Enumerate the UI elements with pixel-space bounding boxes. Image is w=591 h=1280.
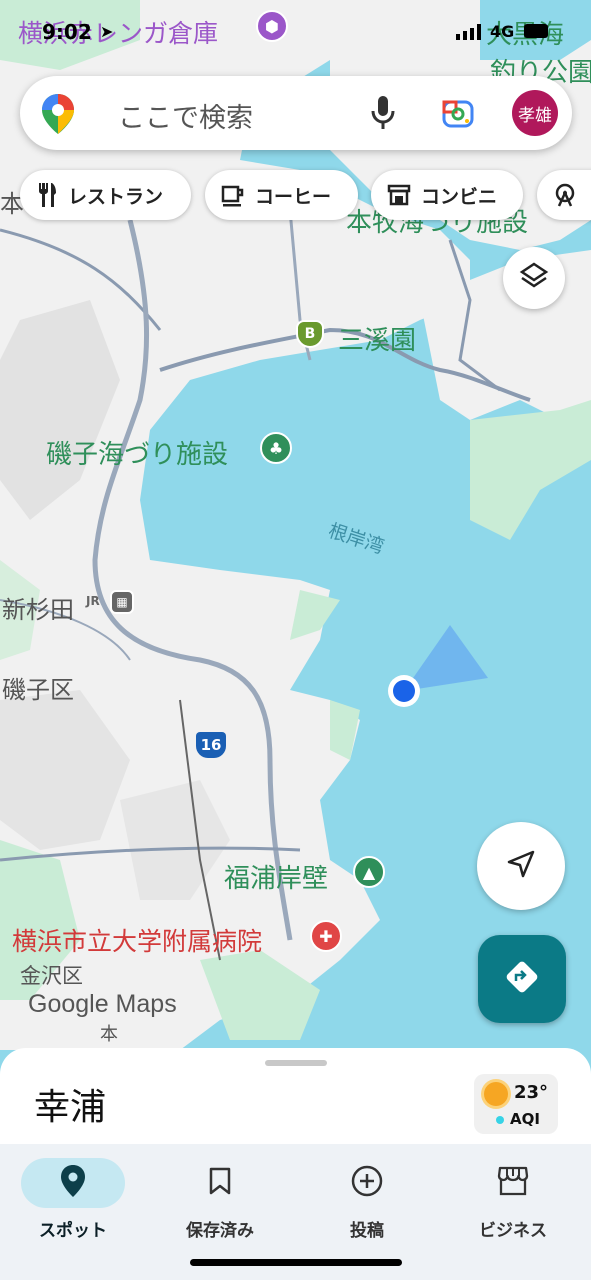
tab-contribute[interactable]: 投稿: [302, 1152, 432, 1242]
chip-convenience-store[interactable]: コンビニ: [371, 170, 523, 220]
map-label-isogo-ward: 磯子区: [2, 676, 74, 704]
status-bar: 9:02 ➤ 4G: [0, 16, 591, 50]
tab-business[interactable]: ビジネス: [448, 1152, 578, 1242]
chip-restaurant[interactable]: レストラン: [20, 170, 191, 220]
google-maps-logo-icon: [42, 94, 74, 138]
layers-button[interactable]: [503, 247, 565, 309]
jr-station-icon[interactable]: JR: [86, 594, 100, 608]
chip-more[interactable]: [537, 170, 591, 220]
map-label-hospital[interactable]: 横浜市立大学附属病院: [12, 922, 262, 958]
battery-icon: [524, 24, 548, 38]
location-arrow-icon: ➤: [100, 22, 114, 41]
train-station-icon[interactable]: ▦: [110, 590, 134, 614]
layers-icon: [519, 261, 549, 295]
tab-explore[interactable]: スポット: [8, 1152, 138, 1242]
tab-saved-label: 保存済み: [186, 1221, 254, 1241]
tab-explore-pill: [21, 1158, 125, 1208]
chip-convenience-label: コンビニ: [421, 185, 498, 208]
weather-badge[interactable]: 23° AQI: [474, 1074, 558, 1134]
map-label-hon-bottom: 本: [100, 1024, 118, 1045]
sun-icon: [484, 1082, 508, 1106]
aqi-dot-icon: [496, 1116, 504, 1124]
signal-icon: [456, 24, 484, 44]
fork-knife-icon: [36, 183, 58, 207]
park-pin-icon[interactable]: ▲: [353, 856, 385, 888]
location-pin-icon: [61, 1165, 85, 1201]
home-indicator[interactable]: [190, 1259, 402, 1266]
map-canvas[interactable]: [0, 0, 591, 1080]
navigation-arrow-icon: [506, 849, 536, 883]
aqi-label: AQI: [510, 1110, 540, 1128]
coffee-cup-icon: [221, 183, 245, 207]
lens-camera-icon[interactable]: [442, 98, 474, 132]
search-bar[interactable]: ここで検索 孝雄: [20, 76, 572, 150]
ferris-wheel-icon: [553, 183, 577, 207]
hospital-pin-icon[interactable]: ✚: [310, 920, 342, 952]
fishing-pin-icon[interactable]: ♣: [260, 432, 292, 464]
chip-restaurant-label: レストラン: [68, 185, 164, 208]
tab-explore-label: スポット: [39, 1221, 107, 1241]
storefront-icon: [497, 1166, 529, 1200]
place-name: 幸浦: [34, 1087, 107, 1128]
status-time: 9:02: [42, 20, 92, 44]
google-maps-watermark: Google Maps: [28, 990, 177, 1018]
avatar[interactable]: 孝雄: [512, 90, 558, 136]
store-icon: [387, 183, 411, 207]
map-label-fukuura[interactable]: 福浦岸壁: [224, 858, 328, 895]
bus-stop-icon[interactable]: B: [296, 320, 324, 348]
add-circle-icon: [351, 1165, 383, 1201]
tab-saved-pill: [168, 1158, 272, 1208]
chip-coffee-label: コーヒー: [255, 185, 332, 208]
chip-coffee[interactable]: コーヒー: [205, 170, 358, 220]
my-location-button[interactable]: [477, 822, 565, 910]
map-label-isogo-fishing[interactable]: 磯子海づり施設: [46, 434, 228, 471]
tab-business-pill: [461, 1158, 565, 1208]
network-type: 4G: [490, 22, 515, 41]
directions-icon: [504, 959, 540, 999]
map-label-kanazawa: 金沢区: [20, 964, 83, 988]
map-label-sankeien[interactable]: 三溪園: [338, 320, 416, 357]
map-label-shinsugita[interactable]: 新杉田: [2, 590, 74, 625]
microphone-icon[interactable]: [370, 96, 396, 134]
tab-saved[interactable]: 保存済み: [155, 1152, 285, 1242]
tab-contribute-pill: [315, 1158, 419, 1208]
bookmark-icon: [209, 1167, 231, 1199]
tab-contribute-label: 投稿: [350, 1221, 384, 1241]
tab-business-label: ビジネス: [479, 1221, 547, 1241]
map-view[interactable]: 横浜赤レンガ倉庫 ⬢ 大黒海 釣り公園 本 本牧海づり施設 B 三溪園 磯子海づ…: [0, 0, 591, 1080]
directions-button[interactable]: [478, 935, 566, 1023]
sheet-drag-handle[interactable]: [265, 1060, 327, 1066]
bottom-sheet[interactable]: 幸浦 23° AQI: [0, 1048, 591, 1144]
route-16-shield: 16: [196, 732, 226, 758]
temperature: 23°: [514, 1082, 549, 1103]
search-input[interactable]: ここで検索: [118, 96, 253, 135]
